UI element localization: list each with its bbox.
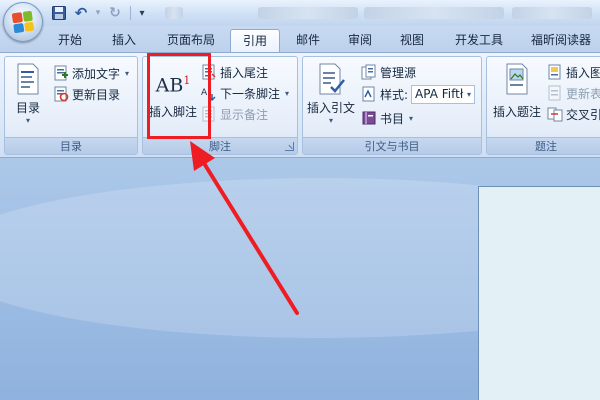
- show-notes-button[interactable]: 显示备注: [201, 104, 268, 124]
- chevron-down-icon: ▾: [125, 68, 130, 78]
- office-button[interactable]: [3, 2, 43, 42]
- document-workspace: [0, 158, 600, 400]
- chevron-down-icon: ▾: [285, 88, 290, 98]
- insert-table-of-figures-label: 插入图: [566, 65, 600, 80]
- bibliography-icon: [361, 110, 377, 126]
- show-notes-label: 显示备注: [220, 107, 269, 122]
- window-title-blurred: [258, 7, 358, 19]
- insert-endnote-label: 插入尾注: [220, 65, 269, 80]
- office-logo-icon: [11, 10, 35, 34]
- tab-foxit-reader[interactable]: 福昕阅读器: [522, 29, 600, 52]
- window-title-blurred: [512, 7, 592, 19]
- update-table-label: 更新表: [566, 86, 600, 101]
- cross-reference-label: 交叉引: [566, 107, 600, 122]
- toc-group-label: 目录: [5, 137, 137, 154]
- insert-endnote-button[interactable]: 插入尾注: [201, 62, 268, 82]
- footnotes-group-label: 脚注: [143, 137, 297, 154]
- captions-group-label: 题注: [487, 137, 600, 154]
- toc-group: 目录 ▾ 添加文字 ▾ 更新目录 目录: [4, 56, 138, 155]
- cross-reference-button[interactable]: 交叉引: [547, 104, 600, 124]
- insert-citation-label: 插入引文: [306, 101, 355, 115]
- tab-insert[interactable]: 插入: [102, 29, 146, 52]
- insert-citation-icon: [319, 63, 345, 95]
- captions-group: 插入题注 插入图 更新表 交叉引 题注: [486, 56, 600, 155]
- tab-review[interactable]: 审阅: [338, 29, 382, 52]
- chevron-down-icon: ▾: [25, 116, 30, 125]
- update-toc-button[interactable]: 更新目录: [53, 84, 120, 104]
- chevron-down-icon: ▾: [467, 89, 472, 99]
- table-of-figures-icon: [547, 64, 563, 80]
- insert-table-of-figures-button[interactable]: 插入图: [547, 62, 600, 82]
- footnotes-dialog-launcher-icon[interactable]: [285, 142, 294, 151]
- bibliography-button[interactable]: 书目 ▾: [361, 108, 413, 128]
- document-page[interactable]: [478, 186, 600, 400]
- manage-sources-icon: [361, 64, 377, 80]
- add-text-button[interactable]: 添加文字 ▾: [53, 63, 129, 83]
- undo-icon[interactable]: ↶: [72, 4, 90, 22]
- update-table-button[interactable]: 更新表: [547, 83, 600, 103]
- add-text-icon: [53, 65, 69, 81]
- update-toc-icon: [53, 86, 69, 102]
- citation-style-value: APA Fiftł: [415, 87, 464, 101]
- bibliography-label: 书目: [380, 111, 405, 126]
- qat-separator: [130, 6, 131, 20]
- next-footnote-label: 下一条脚注: [220, 86, 281, 101]
- cross-reference-icon: [547, 106, 563, 122]
- citation-style-icon: [361, 86, 377, 102]
- tab-mailings[interactable]: 邮件: [286, 29, 330, 52]
- redo-icon[interactable]: ↻: [106, 4, 124, 22]
- quick-access-toolbar: ↶ ▾ ↻ ▾: [50, 4, 147, 22]
- manage-sources-label: 管理源: [380, 65, 417, 80]
- save-icon[interactable]: [50, 4, 68, 22]
- citations-group: 插入引文 ▾ 管理源 样式: APA Fiftł ▾ 书目 ▾ 引文与书目: [302, 56, 482, 155]
- manage-sources-button[interactable]: 管理源: [361, 62, 416, 82]
- undo-dropdown-icon[interactable]: ▾: [94, 4, 102, 22]
- update-table-icon: [547, 85, 563, 101]
- next-footnote-button[interactable]: A1 下一条脚注 ▾: [201, 83, 289, 103]
- citation-style-selector: 样式: APA Fiftł ▾: [361, 84, 476, 104]
- title-bar: ↶ ▾ ↻ ▾: [0, 0, 600, 26]
- chevron-down-icon: ▾: [328, 116, 333, 125]
- citations-group-label: 引文与书目: [303, 137, 481, 154]
- ribbon-tab-bar: 开始 插入 页面布局 引用 邮件 审阅 视图 开发工具 福昕阅读器: [0, 26, 600, 52]
- add-text-label: 添加文字: [72, 66, 121, 81]
- toc-icon: [17, 63, 39, 95]
- citation-style-dropdown[interactable]: APA Fiftł ▾: [411, 84, 476, 104]
- insert-caption-icon: [506, 63, 528, 95]
- chevron-down-icon: ▾: [409, 113, 414, 123]
- ribbon: 目录 ▾ 添加文字 ▾ 更新目录 目录 AB1 插入脚注 插入尾注 A 1 下一…: [0, 52, 600, 158]
- tab-view[interactable]: 视图: [390, 29, 434, 52]
- toc-button-label: 目录: [15, 101, 40, 115]
- update-toc-label: 更新目录: [72, 87, 121, 102]
- customize-qat-icon[interactable]: ▾: [137, 4, 147, 22]
- highlight-box: [147, 53, 211, 139]
- window-title-blurred: [165, 7, 183, 19]
- tab-page-layout[interactable]: 页面布局: [158, 29, 224, 52]
- insert-caption-button[interactable]: 插入题注: [489, 63, 545, 120]
- tab-developer[interactable]: 开发工具: [446, 29, 512, 52]
- citation-style-label: 样式:: [380, 87, 409, 102]
- insert-citation-button[interactable]: 插入引文 ▾: [305, 63, 357, 125]
- tab-home[interactable]: 开始: [48, 29, 92, 52]
- tab-references[interactable]: 引用: [230, 29, 280, 52]
- window-title-blurred: [364, 7, 504, 19]
- toc-button[interactable]: 目录 ▾: [11, 63, 45, 125]
- insert-caption-label: 插入题注: [492, 105, 541, 119]
